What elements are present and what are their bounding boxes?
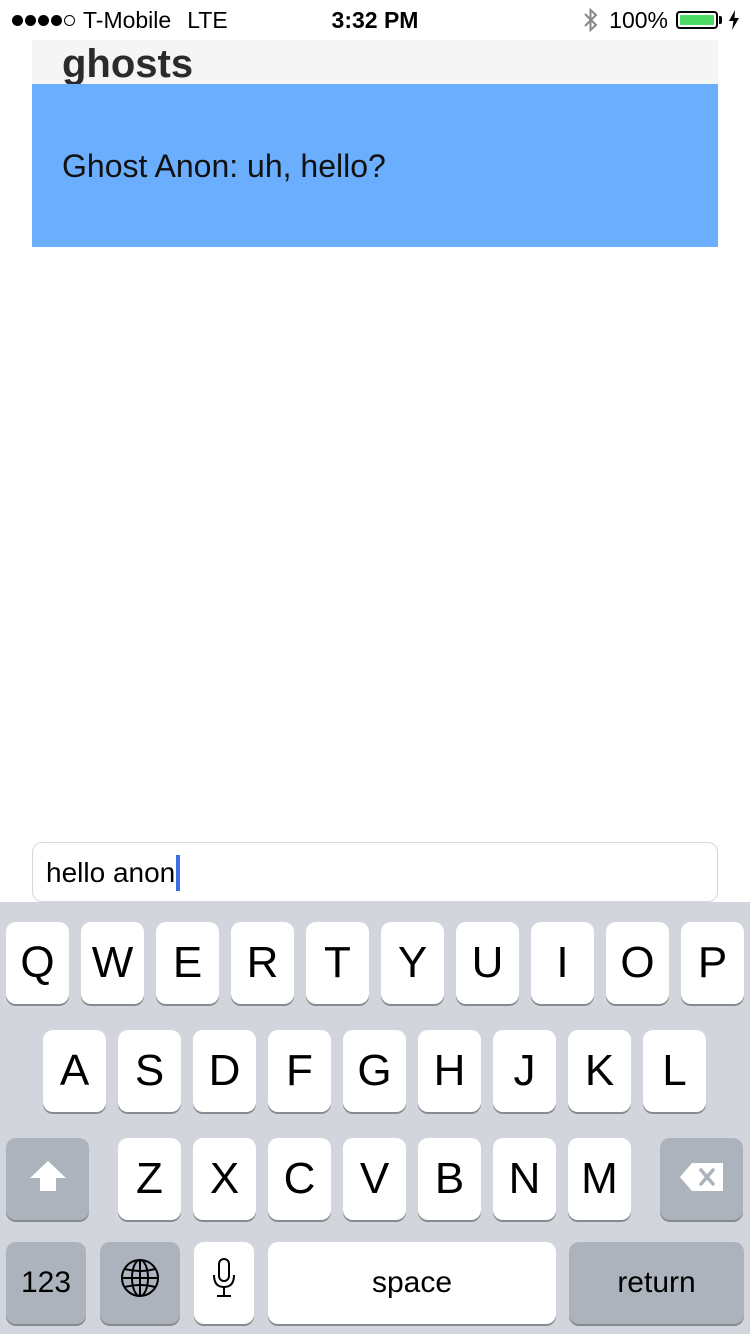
page-title: ghosts: [62, 42, 194, 86]
globe-key[interactable]: [100, 1242, 180, 1324]
dictation-key[interactable]: [194, 1242, 254, 1324]
bluetooth-icon: [583, 7, 599, 33]
text-caret: [176, 855, 181, 891]
space-key[interactable]: space: [268, 1242, 556, 1324]
key-b[interactable]: B: [418, 1138, 481, 1220]
key-z[interactable]: Z: [118, 1138, 181, 1220]
status-bar: T-Mobile LTE 3:32 PM 100%: [0, 0, 750, 40]
battery-percent: 100%: [609, 6, 668, 33]
key-u[interactable]: U: [456, 922, 519, 1004]
key-m[interactable]: M: [568, 1138, 631, 1220]
app-header: ghosts: [32, 40, 718, 86]
backspace-key[interactable]: [660, 1138, 743, 1220]
message-item: Ghost Anon: uh, hello?: [62, 148, 386, 184]
key-g[interactable]: G: [343, 1030, 406, 1112]
key-j[interactable]: J: [493, 1030, 556, 1112]
numbers-key[interactable]: 123: [6, 1242, 86, 1324]
message-input[interactable]: hello anon: [32, 842, 718, 902]
key-d[interactable]: D: [193, 1030, 256, 1112]
key-p[interactable]: P: [681, 922, 744, 1004]
key-v[interactable]: V: [343, 1138, 406, 1220]
microphone-icon: [211, 1257, 237, 1310]
key-o[interactable]: O: [606, 922, 669, 1004]
key-s[interactable]: S: [118, 1030, 181, 1112]
key-c[interactable]: C: [268, 1138, 331, 1220]
key-t[interactable]: T: [306, 922, 369, 1004]
key-a[interactable]: A: [43, 1030, 106, 1112]
key-r[interactable]: R: [231, 922, 294, 1004]
key-q[interactable]: Q: [6, 922, 69, 1004]
key-n[interactable]: N: [493, 1138, 556, 1220]
message-input-value: hello anon: [46, 857, 176, 888]
key-h[interactable]: H: [418, 1030, 481, 1112]
message-list: Ghost Anon: uh, hello?: [32, 84, 718, 247]
shift-icon: [28, 1154, 68, 1204]
key-w[interactable]: W: [81, 922, 144, 1004]
globe-icon: [119, 1257, 161, 1310]
battery-icon: [676, 11, 718, 29]
shift-key[interactable]: [6, 1138, 89, 1220]
status-right: 100%: [583, 6, 740, 34]
key-x[interactable]: X: [193, 1138, 256, 1220]
key-i[interactable]: I: [531, 922, 594, 1004]
key-f[interactable]: F: [268, 1030, 331, 1112]
backspace-icon: [678, 1154, 726, 1204]
key-y[interactable]: Y: [381, 922, 444, 1004]
return-key[interactable]: return: [569, 1242, 744, 1324]
key-l[interactable]: L: [643, 1030, 706, 1112]
key-e[interactable]: E: [156, 922, 219, 1004]
on-screen-keyboard: Q W E R T Y U I O P A S D F G H J K L Z …: [0, 902, 750, 1334]
key-k[interactable]: K: [568, 1030, 631, 1112]
charging-bolt-icon: [728, 10, 740, 30]
